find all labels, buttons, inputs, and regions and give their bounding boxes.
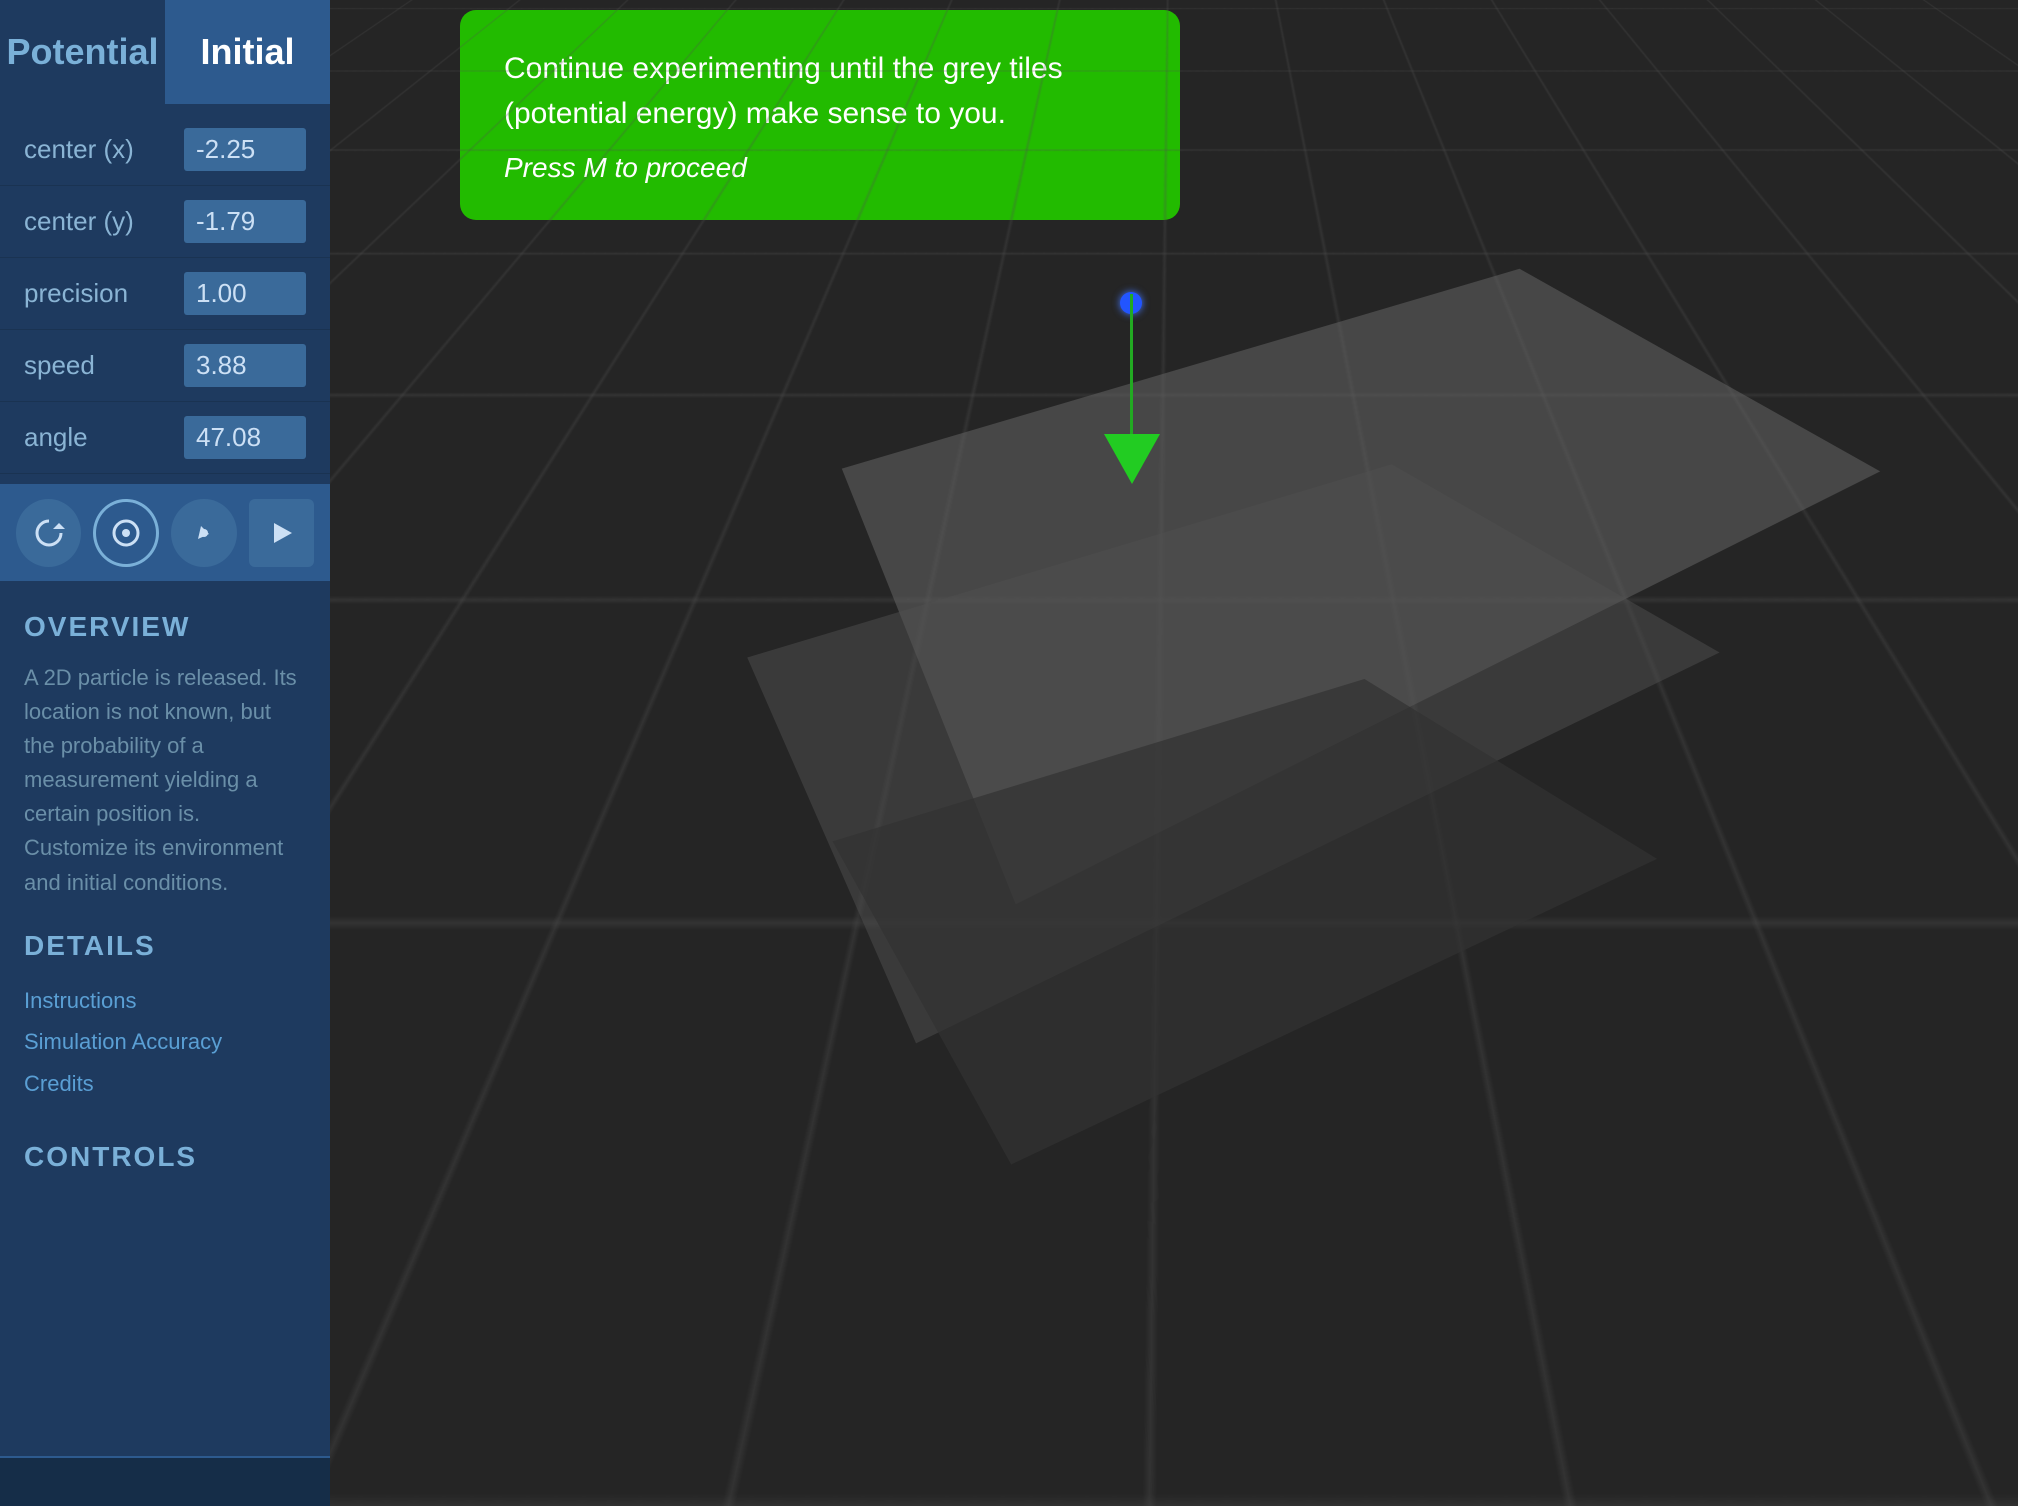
play-button[interactable] [249, 499, 314, 567]
main-area: Continue experimenting until the grey ti… [330, 0, 2018, 1506]
param-label-center-x: center (x) [24, 134, 184, 165]
reset-button[interactable] [16, 499, 81, 567]
param-value-center-y[interactable]: -1.79 [184, 200, 306, 243]
param-label-precision: precision [24, 278, 184, 309]
tile-container [330, 0, 2018, 1506]
arrow-container [1130, 294, 1132, 484]
left-panel: Potential Initial center (x) -2.25 cente… [0, 0, 330, 1506]
play-icon [264, 516, 298, 550]
tab-initial[interactable]: Initial [165, 0, 330, 104]
bottom-bar [0, 1456, 330, 1506]
arrow-head [1104, 434, 1160, 484]
tab-potential[interactable]: Potential [0, 0, 165, 104]
controls-title: CONTROLS [24, 1141, 306, 1173]
notification-box: Continue experimenting until the grey ti… [460, 10, 1180, 220]
circle-icon [109, 516, 143, 550]
arrow-line [1130, 294, 1133, 434]
param-row-angle: angle 47.08 [0, 402, 330, 474]
param-label-center-y: center (y) [24, 206, 184, 237]
pencil-button[interactable] [171, 499, 236, 567]
button-bar [0, 485, 330, 581]
param-row-precision: precision 1.00 [0, 258, 330, 330]
param-row-speed: speed 3.88 [0, 330, 330, 402]
credits-link[interactable]: Credits [24, 1063, 306, 1105]
tab-bar: Potential Initial [0, 0, 330, 104]
simulation-accuracy-link[interactable]: Simulation Accuracy [24, 1021, 306, 1063]
details-links: Instructions Simulation Accuracy Credits [24, 980, 306, 1105]
param-label-angle: angle [24, 422, 184, 453]
param-value-angle[interactable]: 47.08 [184, 416, 306, 459]
notification-italic-text: Press M to proceed [504, 152, 1136, 184]
overview-title: OVERVIEW [24, 611, 306, 643]
param-row-center-x: center (x) -2.25 [0, 114, 330, 186]
param-label-speed: speed [24, 350, 184, 381]
params-section: center (x) -2.25 center (y) -1.79 precis… [0, 104, 330, 485]
param-value-center-x[interactable]: -2.25 [184, 128, 306, 171]
circle-button[interactable] [93, 499, 159, 567]
details-title: DETAILS [24, 930, 306, 962]
info-section: OVERVIEW A 2D particle is released. Its … [0, 581, 330, 1456]
param-value-precision[interactable]: 1.00 [184, 272, 306, 315]
pencil-icon [187, 516, 221, 550]
notification-main-text: Continue experimenting until the grey ti… [504, 46, 1136, 136]
instructions-link[interactable]: Instructions [24, 980, 306, 1022]
param-row-center-y: center (y) -1.79 [0, 186, 330, 258]
reset-icon [31, 515, 67, 551]
overview-body: A 2D particle is released. Its location … [24, 661, 306, 900]
param-value-speed[interactable]: 3.88 [184, 344, 306, 387]
